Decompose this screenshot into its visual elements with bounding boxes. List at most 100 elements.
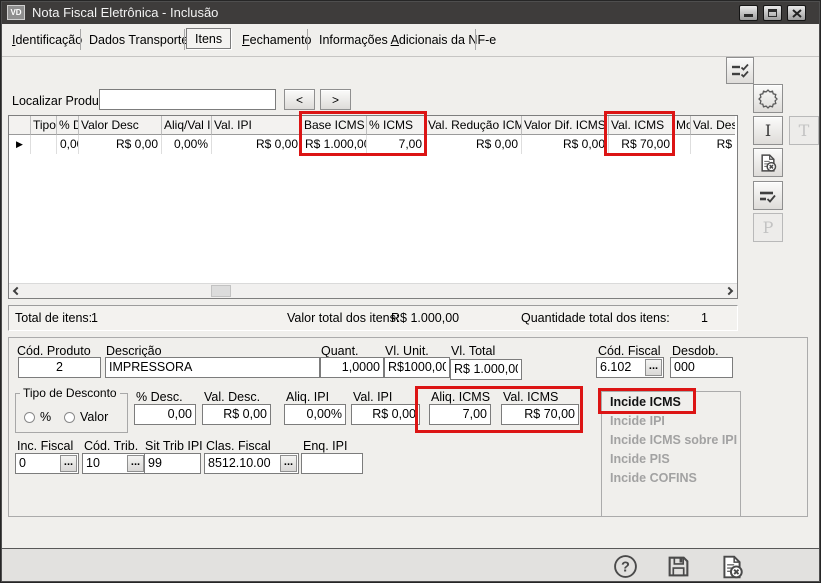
italic-button[interactable]: I <box>753 116 783 145</box>
localizar-produto-input[interactable] <box>99 89 276 110</box>
maximize-button[interactable] <box>763 5 782 21</box>
confirm-all-button[interactable] <box>726 57 754 84</box>
grid-col-val-ipi[interactable]: Val. IPI <box>212 116 302 135</box>
val-ipi-label: Val. IPI <box>353 390 392 404</box>
totals-bar: Total de itens: 1 Valor total dos itens:… <box>8 305 738 331</box>
cancel-button[interactable] <box>718 553 746 580</box>
tab-itens[interactable]: Itens <box>186 28 231 49</box>
cell-val-icms[interactable]: R$ 70,00 <box>609 135 674 154</box>
seal-button[interactable] <box>753 84 783 113</box>
grid-col-mot[interactable]: Mot <box>674 116 691 135</box>
cell-base-icms[interactable]: R$ 1.000,00 <box>302 135 367 154</box>
tab-bar: Identificação Dados Transporte Itens Fec… <box>2 24 819 57</box>
grid-col-val-icms[interactable]: Val. ICMS <box>609 116 674 135</box>
cod-fiscal-field[interactable]: 6.102... <box>596 357 664 378</box>
grid-col-aliq-val-ipi[interactable]: Aliq/Val IP <box>162 116 212 135</box>
minimize-button[interactable] <box>739 5 758 21</box>
valor-radio[interactable] <box>64 412 75 423</box>
grid-col-valor-dif-icms[interactable]: Valor Dif. ICMS <box>522 116 609 135</box>
tab-identificacao[interactable]: Identificação <box>12 33 82 47</box>
cod-trib-lookup-button[interactable]: ... <box>127 455 144 472</box>
clas-fiscal-lookup-button[interactable]: ... <box>280 455 297 472</box>
help-icon: ? <box>613 554 638 579</box>
incide-item-icms-sobre-ipi[interactable]: Incide ICMS sobre IPI <box>602 430 740 449</box>
cell-val-reducao-icms[interactable]: R$ 0,00 <box>426 135 522 154</box>
grid-col-valor-desc[interactable]: Valor Desc <box>79 116 162 135</box>
val-desc-field[interactable]: R$ 0,00 <box>202 404 271 425</box>
grid-row[interactable]: ▶ 0,00 R$ 0,00 0,00% R$ 0,00 R$ 1.000,00… <box>9 135 737 154</box>
aliq-ipi-field[interactable]: 0,00% <box>284 404 346 425</box>
perc-desc-field[interactable]: 0,00 <box>134 404 196 425</box>
localizar-produto-label: Localizar Produto <box>12 94 109 108</box>
title-bar[interactable]: VD Nota Fiscal Eletrônica - Inclusão <box>2 2 819 24</box>
inc-fiscal-field[interactable]: 0... <box>15 453 79 474</box>
tab-separator <box>184 29 185 50</box>
grid-col-val-desc[interactable]: Val. Desc <box>691 116 735 135</box>
incide-item-icms[interactable]: Incide ICMS <box>602 392 740 411</box>
incide-item-cofins[interactable]: Incide COFINS <box>602 468 740 487</box>
cod-produto-label: Cód. Produto <box>17 344 91 358</box>
desdob-field[interactable]: 000 <box>670 357 733 378</box>
grid-header-row: Tipo % De Valor Desc Aliq/Val IP Val. IP… <box>9 116 737 135</box>
horizontal-scrollbar[interactable] <box>9 283 737 298</box>
cell-mot[interactable] <box>674 135 691 154</box>
cell-valor-desc[interactable]: R$ 0,00 <box>79 135 162 154</box>
cell-val-desc[interactable]: R$ <box>691 135 735 154</box>
delete-document-icon <box>758 153 778 173</box>
aliq-icms-field[interactable]: 7,00 <box>429 404 491 425</box>
cell-perc-desc[interactable]: 0,00 <box>57 135 79 154</box>
cod-produto-field[interactable]: 2 <box>18 357 101 378</box>
confirm-item-button[interactable] <box>753 181 783 210</box>
discount-type-group: Tipo de Desconto % Valor <box>15 393 128 433</box>
vl-unit-field[interactable]: R$1000,00 <box>384 357 450 378</box>
inc-fiscal-lookup-button[interactable]: ... <box>60 455 77 472</box>
incide-item-pis[interactable]: Incide PIS <box>602 449 740 468</box>
desdob-label: Desdob. <box>672 344 719 358</box>
clas-fiscal-field[interactable]: 8512.10.00... <box>204 453 299 474</box>
help-button[interactable]: ? <box>611 553 639 580</box>
delete-item-button[interactable] <box>753 148 783 177</box>
vl-total-field[interactable]: R$ 1.000,00 <box>450 359 522 380</box>
aliq-ipi-label: Aliq. IPI <box>286 390 329 404</box>
val-ipi-field[interactable]: R$ 0,00 <box>351 404 420 425</box>
percent-radio[interactable] <box>24 412 35 423</box>
grid-col-base-icms[interactable]: Base ICMS <box>302 116 367 135</box>
vl-total-label: Vl. Total <box>451 344 495 358</box>
grid-col-perc-desc[interactable]: % De <box>57 116 79 135</box>
cell-tipo[interactable] <box>31 135 57 154</box>
cell-valor-dif-icms[interactable]: R$ 0,00 <box>522 135 609 154</box>
tab-dados-transporte[interactable]: Dados Transporte <box>89 33 188 47</box>
prev-item-button[interactable]: < <box>284 89 315 110</box>
save-button[interactable] <box>664 553 692 580</box>
sit-trib-ipi-field[interactable]: 99 <box>144 453 201 474</box>
check-line-icon <box>759 189 777 203</box>
p-button[interactable]: P <box>753 213 783 242</box>
tab-informacoes-adicionais[interactable]: Informações Adicionais da NF-e <box>319 33 496 47</box>
cod-fiscal-lookup-button[interactable]: ... <box>645 359 662 376</box>
cell-perc-icms[interactable]: 7,00 <box>367 135 426 154</box>
vl-unit-label: Vl. Unit. <box>385 344 429 358</box>
cell-val-ipi[interactable]: R$ 0,00 <box>212 135 302 154</box>
chevron-left-icon[interactable] <box>13 287 21 295</box>
grid-col-val-reducao-icms[interactable]: Val. Redução ICMS <box>426 116 522 135</box>
grid-col-perc-icms[interactable]: % ICMS <box>367 116 426 135</box>
descricao-field[interactable]: IMPRESSORA <box>105 357 320 378</box>
tab-separator <box>307 29 308 50</box>
enq-ipi-field[interactable] <box>301 453 363 474</box>
scrollbar-thumb[interactable] <box>211 285 231 297</box>
next-item-button[interactable]: > <box>320 89 351 110</box>
tab-fechamento[interactable]: Fechamento <box>242 33 312 47</box>
incide-item-ipi[interactable]: Incide IPI <box>602 411 740 430</box>
val-icms-field[interactable]: R$ 70,00 <box>501 404 579 425</box>
cod-trib-field[interactable]: 10... <box>82 453 146 474</box>
cell-aliq-val-ipi[interactable]: 0,00% <box>162 135 212 154</box>
quantidade-total-value: 1 <box>701 306 708 330</box>
grid-col-tipo[interactable]: Tipo <box>31 116 57 135</box>
t-button[interactable]: T <box>789 116 819 145</box>
valor-radio-label: Valor <box>80 410 108 424</box>
quant-field[interactable]: 1,0000 <box>320 357 384 378</box>
close-button[interactable] <box>787 5 806 21</box>
chevron-right-icon[interactable] <box>725 287 733 295</box>
minimize-icon <box>744 14 753 17</box>
items-grid[interactable]: Tipo % De Valor Desc Aliq/Val IP Val. IP… <box>8 115 738 299</box>
